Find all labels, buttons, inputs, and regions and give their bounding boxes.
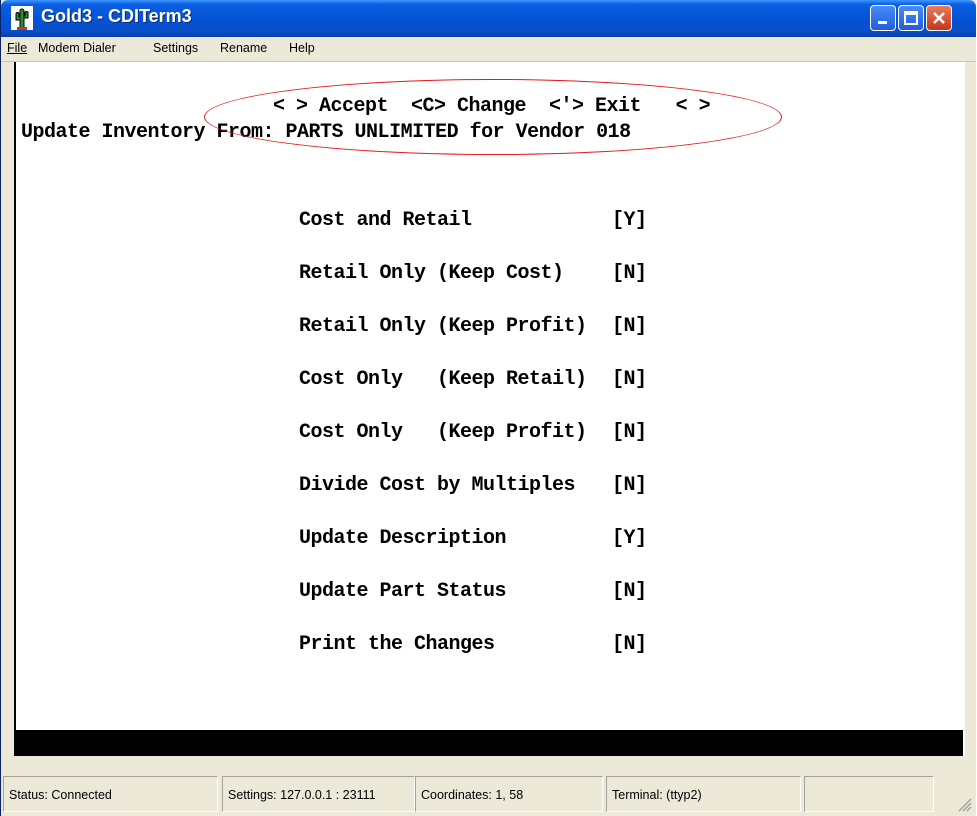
option-value[interactable]: [Y] xyxy=(612,527,647,550)
minimize-icon xyxy=(878,21,887,24)
cactus-app-icon xyxy=(11,6,33,30)
option-value[interactable]: [N] xyxy=(612,580,647,603)
app-window: Gold3 - CDITerm3 File Modem Dialer Setti… xyxy=(0,0,976,816)
resize-grip-icon[interactable] xyxy=(956,796,972,812)
status-coordinates: Coordinates: 1, 58 xyxy=(415,776,603,812)
option-value[interactable]: [N] xyxy=(612,421,647,444)
option-value[interactable]: [N] xyxy=(612,633,647,656)
menu-settings[interactable]: Settings xyxy=(153,41,198,55)
option-label: Retail Only (Keep Cost) xyxy=(299,262,564,285)
option-value[interactable]: [N] xyxy=(612,315,647,338)
update-header: Update Inventory From: PARTS UNLIMITED f… xyxy=(21,121,631,144)
option-value[interactable]: [N] xyxy=(612,368,647,391)
option-label: Update Description xyxy=(299,527,507,550)
option-label: Retail Only (Keep Profit) xyxy=(299,315,587,338)
maximize-icon xyxy=(904,11,918,25)
option-label: Cost Only (Keep Profit) xyxy=(299,421,587,444)
window-title: Gold3 - CDITerm3 xyxy=(41,6,192,26)
status-terminal: Terminal: (ttyp2) xyxy=(606,776,801,812)
option-label: Update Part Status xyxy=(299,580,507,603)
menu-rename[interactable]: Rename xyxy=(220,41,267,55)
title-bar[interactable]: Gold3 - CDITerm3 xyxy=(1,0,976,37)
maximize-button[interactable] xyxy=(898,5,924,31)
menu-help[interactable]: Help xyxy=(289,41,315,55)
status-bar: Status: Connected Settings: 127.0.0.1 : … xyxy=(1,770,976,816)
close-icon xyxy=(933,12,945,24)
option-value[interactable]: [N] xyxy=(612,474,647,497)
option-value[interactable]: [Y] xyxy=(612,209,647,232)
menu-modem-dialer[interactable]: Modem Dialer xyxy=(38,41,116,55)
option-label: Divide Cost by Multiples xyxy=(299,474,576,497)
status-settings: Settings: 127.0.0.1 : 23111 xyxy=(222,776,415,812)
terminal-bottom-band xyxy=(14,730,963,756)
option-value[interactable]: [N] xyxy=(612,262,647,285)
option-label: Cost and Retail xyxy=(299,209,472,232)
option-label: Cost Only (Keep Retail) xyxy=(299,368,587,391)
option-label: Print the Changes xyxy=(299,633,495,656)
menu-file[interactable]: File xyxy=(7,41,27,55)
status-empty-panel xyxy=(804,776,934,812)
menu-bar: File Modem Dialer Settings Rename Help xyxy=(1,37,976,62)
key-hint-line: < > Accept <C> Change <'> Exit < > xyxy=(273,95,711,118)
minimize-button[interactable] xyxy=(870,5,896,31)
status-connection: Status: Connected xyxy=(3,776,218,812)
close-button[interactable] xyxy=(926,5,952,31)
